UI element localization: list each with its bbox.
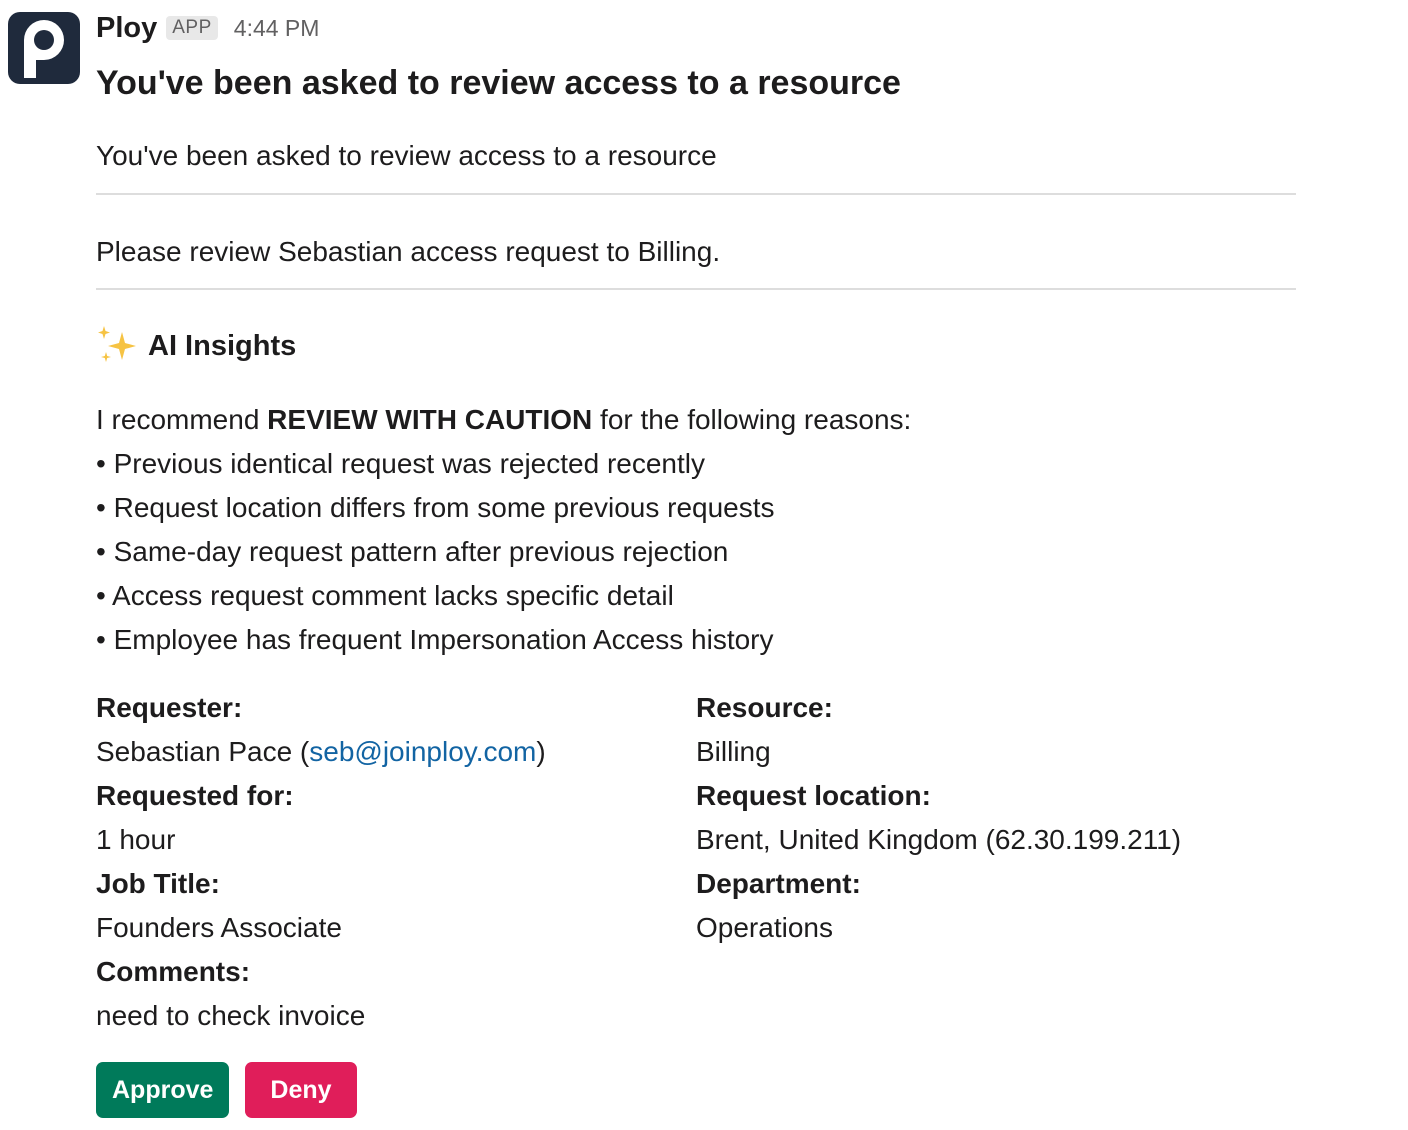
fields-right-column: Resource: Billing Request location: Bren… bbox=[696, 686, 1296, 1038]
message-title: You've been asked to review access to a … bbox=[96, 64, 901, 102]
resource-value: Billing bbox=[696, 736, 771, 768]
location-value: Brent, United Kingdom (62.30.199.211) bbox=[696, 824, 1182, 856]
comments-value: need to check invoice bbox=[96, 1000, 366, 1032]
sparkles-icon bbox=[98, 326, 136, 363]
deny-button[interactable]: Deny bbox=[245, 1062, 357, 1119]
resource-label: Resource: bbox=[696, 692, 833, 724]
comments-label: Comments: bbox=[96, 956, 251, 988]
fields-left-column: Requester: Sebastian Pace (seb@joinploy.… bbox=[96, 686, 696, 1038]
requester-email-link[interactable]: seb@joinploy.com bbox=[309, 736, 536, 767]
department-label: Department: bbox=[696, 868, 861, 900]
action-buttons: Approve Deny bbox=[96, 1062, 1296, 1119]
divider bbox=[96, 288, 1296, 291]
recommendation-verdict: REVIEW WITH CAUTION bbox=[267, 404, 593, 436]
requester-name: Sebastian Pace ( bbox=[96, 736, 310, 768]
ploy-logo-icon bbox=[24, 20, 64, 78]
slack-message: Ploy APP 4:44 PM You've been asked to re… bbox=[0, 0, 1408, 1130]
divider bbox=[96, 192, 1296, 195]
timestamp[interactable]: 4:44 PM bbox=[234, 15, 320, 42]
app-badge: APP bbox=[166, 16, 218, 40]
reason-item: Employee has frequent Impersonation Acce… bbox=[96, 618, 1296, 662]
requester-close: ) bbox=[536, 736, 546, 768]
recommendation-suffix: for the following reasons: bbox=[592, 404, 912, 436]
location-label: Request location: bbox=[696, 780, 931, 812]
requester-label: Requester: bbox=[96, 692, 243, 724]
requester-value: Sebastian Pace (seb@joinploy.com) bbox=[96, 730, 696, 774]
intro-text: You've been asked to review access to a … bbox=[96, 140, 717, 172]
requested-for-label: Requested for: bbox=[96, 780, 294, 812]
job-title-value: Founders Associate bbox=[96, 912, 342, 944]
sender-name[interactable]: Ploy bbox=[96, 12, 157, 45]
message-content: Ploy APP 4:44 PM You've been asked to re… bbox=[96, 8, 1296, 1119]
request-fields: Requester: Sebastian Pace (seb@joinploy.… bbox=[96, 686, 1296, 1038]
job-title-label: Job Title: bbox=[96, 868, 220, 900]
recommendation-prefix: I recommend bbox=[96, 404, 268, 436]
reason-item: Previous identical request was rejected … bbox=[96, 442, 1296, 486]
ai-insights-heading: AI Insights bbox=[96, 324, 1296, 368]
request-summary: Please review Sebastian access request t… bbox=[96, 235, 721, 267]
recommendation: I recommend REVIEW WITH CAUTION for the … bbox=[96, 398, 1296, 442]
reason-item: Request location differs from some previ… bbox=[96, 486, 1296, 530]
ai-insights-label: AI Insights bbox=[148, 329, 297, 362]
ploy-avatar[interactable] bbox=[8, 12, 80, 84]
requested-for-value: 1 hour bbox=[96, 824, 176, 856]
department-value: Operations bbox=[696, 912, 833, 944]
message-header: Ploy APP 4:44 PM bbox=[96, 8, 1296, 48]
reason-item: Same-day request pattern after previous … bbox=[96, 530, 1296, 574]
approve-button[interactable]: Approve bbox=[96, 1062, 230, 1119]
reason-item: Access request comment lacks specific de… bbox=[96, 574, 1296, 618]
reasons-list: Previous identical request was rejected … bbox=[96, 442, 1296, 662]
